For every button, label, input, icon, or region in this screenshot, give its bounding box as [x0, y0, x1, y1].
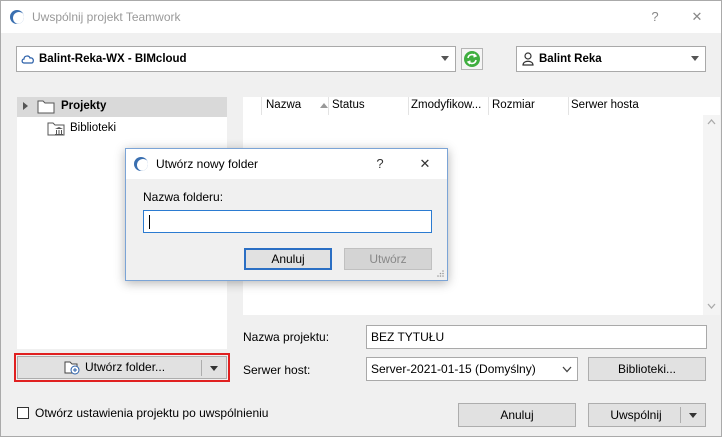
- tree-item-label: Projekty: [61, 100, 107, 112]
- folder-icon: [37, 100, 55, 114]
- resize-grip-icon[interactable]: [436, 269, 445, 278]
- column-header-status[interactable]: Status: [332, 99, 365, 111]
- refresh-button[interactable]: [461, 48, 483, 70]
- server-host-select[interactable]: Server-2021-01-15 (Domyślny): [366, 357, 578, 381]
- project-name-field[interactable]: BEZ TYTUŁU: [366, 325, 707, 349]
- tree-item-label: Biblioteki: [70, 122, 117, 134]
- create-folder-label: Utwórz folder...: [85, 360, 166, 374]
- server-select[interactable]: Balint-Reka-WX - BIMcloud: [16, 46, 456, 72]
- cancel-button[interactable]: Anuluj: [458, 403, 576, 427]
- cloud-icon: [21, 55, 34, 64]
- open-settings-checkbox[interactable]: [17, 407, 29, 419]
- scroll-down-icon[interactable]: [707, 303, 716, 309]
- expand-caret-icon[interactable]: [23, 102, 28, 110]
- share-button[interactable]: Uwspólnij: [588, 403, 706, 427]
- share-button-label: Uwspólnij: [610, 408, 662, 422]
- project-name-value: BEZ TYTUŁU: [371, 330, 445, 344]
- dialog-title: Utwórz nowy folder: [156, 157, 259, 171]
- user-select-label: Balint Reka: [539, 53, 602, 65]
- app-logo-icon: [10, 10, 24, 24]
- text-cursor: [149, 215, 150, 229]
- help-button[interactable]: ?: [645, 7, 665, 27]
- dialog-title-bar: Utwórz nowy folder ? ✕: [126, 149, 447, 179]
- chevron-down-icon[interactable]: [689, 413, 697, 418]
- chevron-down-icon: [562, 366, 572, 373]
- open-settings-label: Otwórz ustawienia projektu po uwspólnien…: [35, 406, 269, 420]
- tree-item-biblioteki[interactable]: Biblioteki: [17, 119, 227, 139]
- dialog-help-button[interactable]: ?: [370, 154, 390, 174]
- libraries-button[interactable]: Biblioteki...: [588, 357, 706, 381]
- new-folder-icon: [64, 361, 80, 375]
- folder-name-label: Nazwa folderu:: [143, 190, 224, 204]
- chevron-down-icon: [691, 56, 699, 61]
- project-name-label: Nazwa projektu:: [243, 330, 330, 344]
- chevron-down-icon: [441, 56, 449, 61]
- server-host-value: Server-2021-01-15 (Domyślny): [371, 362, 536, 376]
- folder-name-input[interactable]: [143, 210, 432, 233]
- dialog-cancel-button[interactable]: Anuluj: [244, 248, 332, 270]
- user-select[interactable]: Balint Reka: [516, 46, 706, 72]
- share-project-window: Uwspólnij projekt Teamwork ? ✕ Balint-Re…: [0, 0, 722, 437]
- close-button[interactable]: ✕: [687, 7, 707, 27]
- server-host-label: Serwer host:: [243, 363, 311, 377]
- column-header-modified[interactable]: Zmodyfikow...: [411, 99, 481, 111]
- dialog-close-button[interactable]: ✕: [415, 154, 435, 174]
- title-bar: Uwspólnij projekt Teamwork ? ✕: [1, 1, 721, 33]
- refresh-icon: [464, 51, 480, 67]
- sort-ascending-icon: [320, 103, 328, 108]
- tree-item-projekty[interactable]: Projekty: [17, 97, 227, 117]
- column-header-size[interactable]: Rozmiar: [492, 99, 535, 111]
- window-title: Uwspólnij projekt Teamwork: [32, 10, 181, 24]
- column-header-host-server[interactable]: Serwer hosta: [571, 99, 639, 111]
- column-header-name[interactable]: Nazwa: [266, 99, 301, 111]
- user-icon: [522, 52, 534, 66]
- list-scrollbar[interactable]: [703, 115, 720, 315]
- server-select-label: Balint-Reka-WX - BIMcloud: [39, 53, 187, 65]
- scroll-up-icon[interactable]: [707, 119, 716, 125]
- dialog-create-button[interactable]: Utwórz: [344, 248, 432, 270]
- new-folder-dialog: Utwórz nowy folder ? ✕ Nazwa folderu: An…: [125, 148, 448, 281]
- chevron-down-icon[interactable]: [210, 366, 218, 371]
- create-folder-button[interactable]: Utwórz folder...: [17, 356, 227, 379]
- library-folder-icon: [47, 122, 65, 136]
- app-logo-icon: [134, 157, 148, 171]
